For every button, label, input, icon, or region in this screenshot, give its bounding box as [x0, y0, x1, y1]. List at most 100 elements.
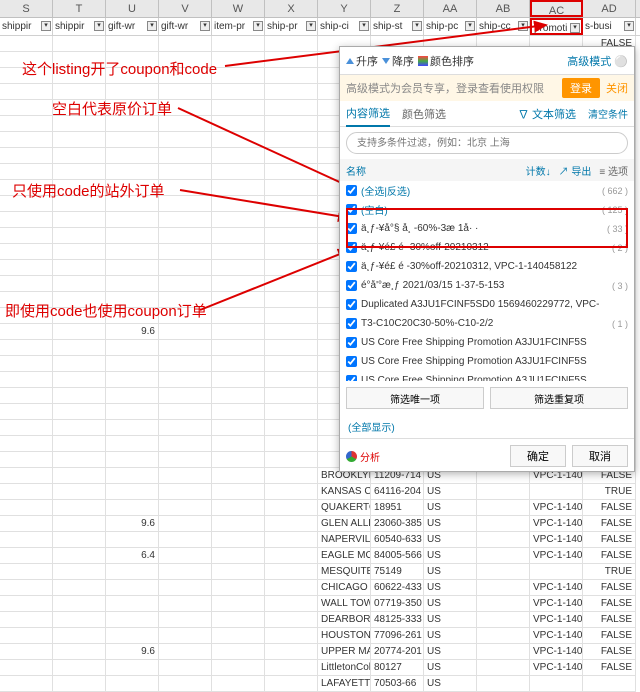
cell[interactable]: FALSE — [583, 644, 636, 660]
filter-checkbox[interactable] — [346, 299, 357, 310]
col-letter[interactable]: Z — [371, 0, 424, 17]
cell[interactable]: 18951 — [371, 500, 424, 516]
cell[interactable] — [265, 212, 318, 228]
cell[interactable] — [212, 676, 265, 692]
cell[interactable] — [159, 180, 212, 196]
cell[interactable] — [106, 36, 159, 52]
cell[interactable]: 23060-385 — [371, 516, 424, 532]
cell[interactable] — [212, 260, 265, 276]
cell[interactable] — [212, 452, 265, 468]
cell[interactable]: VPC-1-140 — [530, 612, 583, 628]
cell[interactable] — [265, 452, 318, 468]
cell[interactable] — [106, 228, 159, 244]
filter-item[interactable]: é°å'°æ¸ƒ 2021/03/15 1-37-5-153( 3 ) — [340, 276, 634, 295]
cell[interactable]: FALSE — [583, 628, 636, 644]
cell[interactable] — [106, 468, 159, 484]
cell[interactable] — [53, 628, 106, 644]
cell[interactable] — [159, 36, 212, 52]
filter-item[interactable]: US Core Free Shipping Promotion A3JU1FCI… — [340, 352, 634, 371]
cancel-button[interactable]: 取消 — [572, 445, 628, 467]
cell[interactable]: VPC-1-140 — [530, 644, 583, 660]
cell[interactable] — [265, 628, 318, 644]
cell[interactable] — [53, 324, 106, 340]
cell[interactable]: FALSE — [583, 580, 636, 596]
cell[interactable] — [265, 36, 318, 52]
cell[interactable] — [53, 228, 106, 244]
cell[interactable]: US — [424, 548, 477, 564]
cell[interactable] — [0, 260, 53, 276]
cell[interactable] — [106, 132, 159, 148]
cell[interactable] — [159, 580, 212, 596]
col-letter[interactable]: U — [106, 0, 159, 17]
col-letter[interactable]: AA — [424, 0, 477, 17]
cell[interactable]: DEARBORN MI — [318, 612, 371, 628]
cell[interactable]: FALSE — [583, 500, 636, 516]
cell[interactable]: US — [424, 484, 477, 500]
cell[interactable] — [106, 244, 159, 260]
text-filter-button[interactable]: ∇ 文本筛选 — [518, 106, 576, 122]
cell[interactable] — [212, 212, 265, 228]
filter-dropdown-icon[interactable]: ▾ — [94, 21, 104, 31]
cell[interactable] — [212, 84, 265, 100]
cell[interactable] — [53, 500, 106, 516]
cell[interactable] — [265, 420, 318, 436]
cell[interactable] — [0, 84, 53, 100]
cell[interactable]: LAFAYETTELA — [318, 676, 371, 692]
cell[interactable] — [106, 164, 159, 180]
cell[interactable] — [212, 516, 265, 532]
cell[interactable]: EAGLE MOUUT — [318, 548, 371, 564]
cell[interactable] — [0, 436, 53, 452]
cell[interactable] — [265, 548, 318, 564]
search-input[interactable] — [346, 132, 628, 154]
cell[interactable] — [53, 644, 106, 660]
cell[interactable]: US — [424, 580, 477, 596]
cell[interactable] — [583, 676, 636, 692]
cell[interactable] — [0, 388, 53, 404]
cell[interactable] — [159, 212, 212, 228]
filter-dropdown-icon[interactable]: ▾ — [147, 21, 157, 31]
filter-checkbox[interactable] — [346, 185, 357, 196]
col-letter[interactable]: Y — [318, 0, 371, 17]
cell[interactable] — [159, 452, 212, 468]
cell[interactable] — [0, 564, 53, 580]
cell[interactable] — [477, 548, 530, 564]
cell[interactable] — [265, 244, 318, 260]
cell[interactable] — [159, 244, 212, 260]
cell[interactable] — [212, 660, 265, 676]
cell[interactable] — [212, 404, 265, 420]
cell[interactable] — [0, 484, 53, 500]
cell[interactable]: 77096-261 — [371, 628, 424, 644]
cell[interactable] — [265, 100, 318, 116]
cell[interactable] — [53, 244, 106, 260]
cell[interactable] — [0, 244, 53, 260]
cell[interactable] — [477, 580, 530, 596]
cell[interactable] — [0, 660, 53, 676]
cell[interactable] — [212, 164, 265, 180]
col-header[interactable]: ship-ci▾ — [318, 18, 371, 35]
cell[interactable] — [212, 388, 265, 404]
cell[interactable] — [159, 388, 212, 404]
cell[interactable] — [477, 532, 530, 548]
cell[interactable]: 75149 — [371, 564, 424, 580]
header-count[interactable]: 计数↓ — [526, 163, 551, 178]
cell[interactable]: FALSE — [583, 612, 636, 628]
cell[interactable] — [53, 612, 106, 628]
filter-checkbox[interactable] — [346, 242, 357, 253]
cell[interactable]: 60540-633 — [371, 532, 424, 548]
cell[interactable] — [265, 388, 318, 404]
cell[interactable]: MESQUITE TX — [318, 564, 371, 580]
ok-button[interactable]: 确定 — [510, 445, 566, 467]
cell[interactable] — [53, 468, 106, 484]
filter-item[interactable]: ä¸ƒ-¥é£ é -30%off-20210312( 2 ) — [340, 238, 634, 257]
cell[interactable] — [265, 164, 318, 180]
cell[interactable] — [159, 164, 212, 180]
cell[interactable] — [159, 612, 212, 628]
cell[interactable] — [265, 532, 318, 548]
cell[interactable] — [265, 580, 318, 596]
cell[interactable] — [159, 484, 212, 500]
cell[interactable] — [53, 660, 106, 676]
advanced-mode-toggle[interactable]: 高级模式 ⚪ — [567, 53, 628, 69]
col-letter[interactable]: AD — [583, 0, 636, 17]
cell[interactable]: UPPER MARMD — [318, 644, 371, 660]
cell[interactable] — [530, 564, 583, 580]
